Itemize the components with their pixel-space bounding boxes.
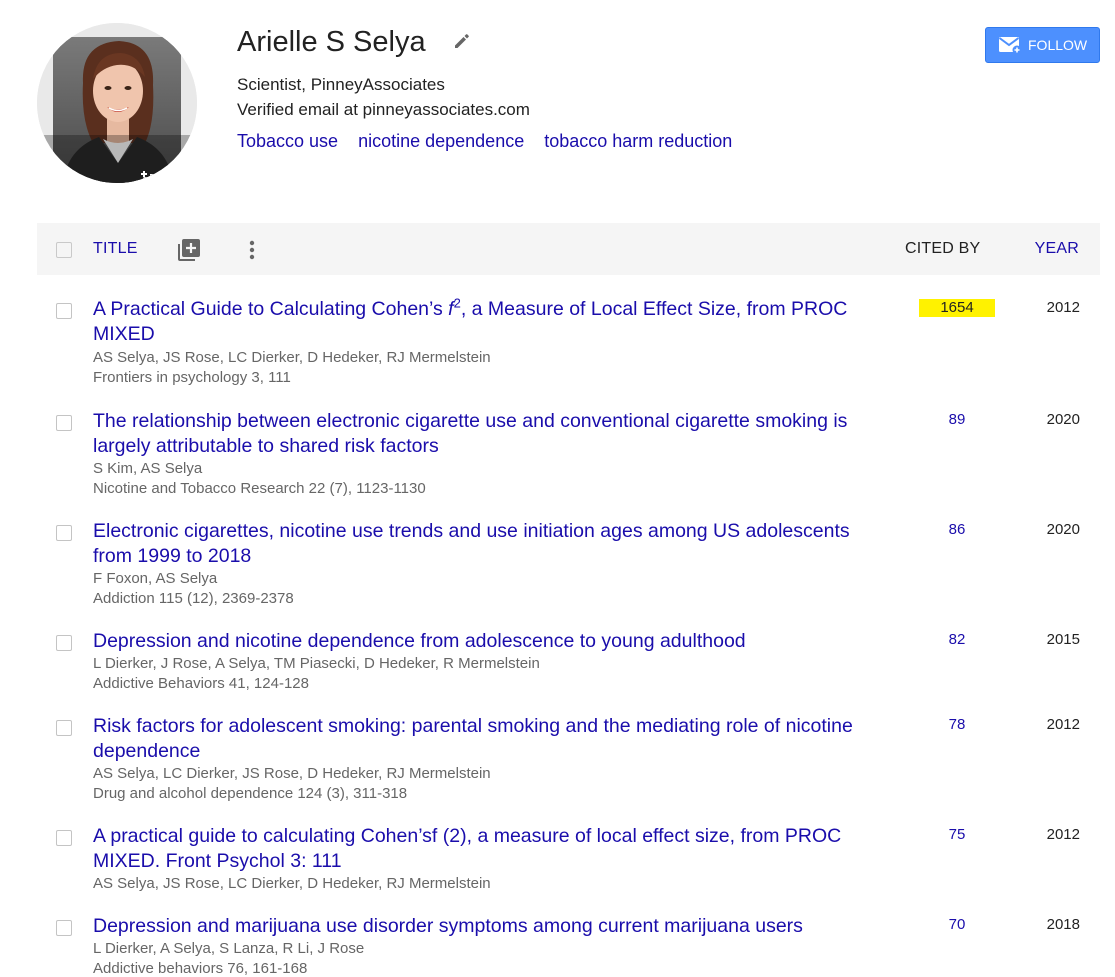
portrait-image [37,23,197,183]
cited-by-count[interactable]: 78 [919,716,995,734]
article-venue: Nicotine and Tobacco Research 22 (7), 11… [93,480,426,497]
row-checkbox[interactable] [56,635,72,651]
cited-by-count[interactable]: 82 [919,631,995,649]
cited-by-count[interactable]: 89 [919,411,995,429]
article-authors: L Dierker, J Rose, A Selya, TM Piasecki,… [93,655,540,672]
article-year: 2018 [1046,916,1080,933]
row-checkbox[interactable] [56,920,72,936]
research-interests: Tobacco use nicotine dependence tobacco … [237,129,732,153]
row-checkbox[interactable] [56,720,72,736]
article-title-link[interactable]: A practical guide to calculating Cohen’s… [93,824,883,873]
article-year: 2012 [1046,716,1080,733]
article-title-link[interactable]: Risk factors for adolescent smoking: par… [93,714,883,763]
article-venue: Frontiers in psychology 3, 111 [93,369,291,386]
row-checkbox[interactable] [56,303,72,319]
edit-pencil-icon[interactable] [452,31,472,51]
interest-link[interactable]: tobacco harm reduction [544,129,732,153]
change-photo-icon[interactable] [140,169,168,183]
profile-affiliation: Scientist, PinneyAssociates [237,75,445,94]
profile-name: Arielle S Selya [237,26,426,58]
article-venue: Addictive Behaviors 41, 124-128 [93,675,309,692]
article-year: 2020 [1046,521,1080,538]
article-venue: Addiction 115 (12), 2369-2378 [93,590,294,607]
row-checkbox[interactable] [56,415,72,431]
interest-link[interactable]: Tobacco use [237,129,338,153]
article-authors: F Foxon, AS Selya [93,570,218,587]
interest-link[interactable]: nicotine dependence [358,129,524,153]
cited-by-count[interactable]: 86 [919,521,995,539]
article-title-link[interactable]: Electronic cigarettes, nicotine use tren… [93,519,883,568]
follow-button[interactable]: FOLLOW [985,27,1100,63]
sort-by-year[interactable]: YEAR [1035,240,1079,258]
sort-by-title[interactable]: TITLE [93,240,138,258]
article-title-link[interactable]: The relationship between electronic ciga… [93,409,883,458]
article-venue: Drug and alcohol dependence 124 (3), 311… [93,785,408,802]
article-authors: L Dierker, A Selya, S Lanza, R Li, J Ros… [93,940,365,957]
follow-email-icon [998,37,1022,55]
article-year: 2012 [1046,299,1080,316]
cited-by-count[interactable]: 70 [919,916,995,934]
cited-by-header: CITED BY [905,240,981,257]
article-title-link[interactable]: Depression and marijuana use disorder sy… [93,914,883,939]
article-title-link[interactable]: A Practical Guide to Calculating Cohen’s… [93,297,883,346]
select-all-checkbox[interactable] [56,242,72,258]
scholar-profile-page: Arielle S Selya Scientist, PinneyAssocia… [0,0,1115,977]
cited-by-count[interactable]: 1654 [919,299,995,317]
article-year: 2012 [1046,826,1080,843]
article-year: 2015 [1046,631,1080,648]
article-authors: AS Selya, JS Rose, LC Dierker, D Hedeker… [93,349,491,366]
add-article-icon[interactable] [177,238,201,262]
more-options-icon[interactable] [240,238,264,262]
article-authors: AS Selya, LC Dierker, JS Rose, D Hedeker… [93,765,491,782]
article-title-link[interactable]: Depression and nicotine dependence from … [93,629,883,654]
row-checkbox[interactable] [56,525,72,541]
profile-email: Verified email at pinneyassociates.com [237,100,530,119]
profile-photo[interactable] [37,23,197,183]
follow-label: FOLLOW [1028,37,1088,53]
article-venue: Addictive behaviors 76, 161-168 [93,960,308,977]
row-checkbox[interactable] [56,830,72,846]
article-authors: S Kim, AS Selya [93,460,203,477]
article-authors: AS Selya, JS Rose, LC Dierker, D Hedeker… [93,875,491,892]
cited-by-count[interactable]: 75 [919,826,995,844]
article-year: 2020 [1046,411,1080,428]
articles-table-header: TITLE CITED BY YEAR [37,223,1100,275]
